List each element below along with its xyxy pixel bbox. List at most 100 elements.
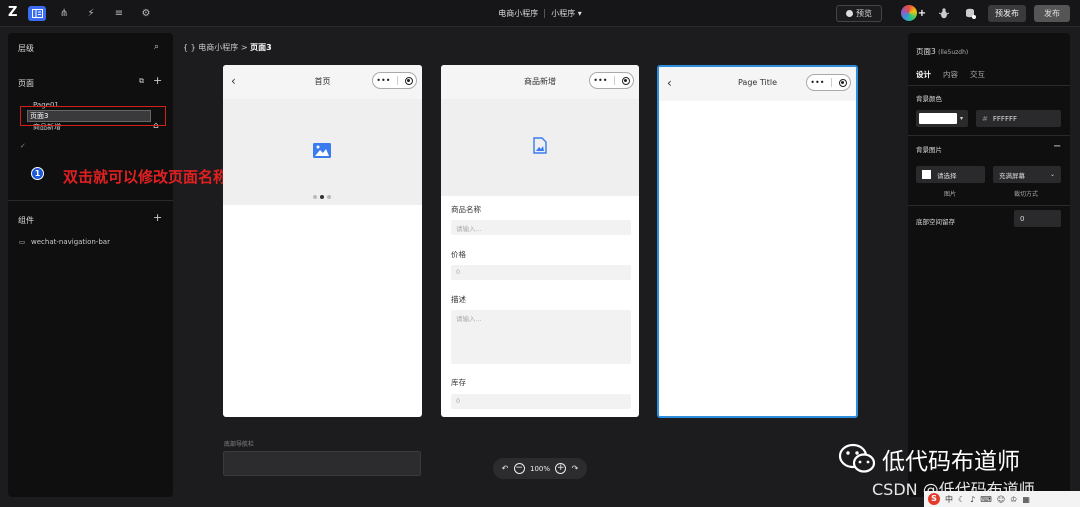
plugin-tool-button[interactable]: ⚡	[82, 6, 100, 21]
component-icon: ▭	[19, 238, 26, 246]
more-icon: •••	[810, 78, 825, 87]
bg-image-title: 背景图片	[916, 146, 942, 154]
page-name-heading: 页面3 (lle5uzdh)	[916, 47, 969, 56]
bg-color-hex-input[interactable]: # FFFFFF	[976, 110, 1061, 127]
flow-tool-button[interactable]: ⋔	[55, 6, 73, 21]
image-caption: 图片	[944, 191, 957, 198]
pre-release-button[interactable]: 预发布	[988, 5, 1026, 22]
file-upload-area[interactable]	[441, 99, 639, 196]
code-icon[interactable]: { }	[183, 43, 196, 52]
close-target-icon	[621, 76, 630, 85]
moon-icon[interactable]: ☾	[958, 495, 965, 504]
choose-image-button[interactable]: 请选择	[916, 166, 985, 183]
field-textarea-description[interactable]: 请输入...	[451, 310, 631, 364]
preview-button[interactable]: 预览	[836, 5, 882, 22]
sogou-input-icon[interactable]: S	[928, 493, 940, 505]
annotation-number-badge: 1	[31, 167, 44, 180]
zoom-out-icon[interactable]: −	[513, 463, 525, 474]
wechat-capsule[interactable]: •••	[372, 72, 417, 89]
gear-icon: ⚙	[141, 8, 151, 19]
chevron-down-icon: ▾	[577, 9, 582, 18]
pinyin-icon[interactable]: 中	[945, 494, 953, 505]
undo-icon[interactable]: ↶	[502, 464, 509, 473]
crop-caption: 裁切方式	[1014, 191, 1039, 198]
annotation-text: 双击就可以修改页面名称	[63, 168, 229, 186]
breadcrumb-separator: >	[240, 43, 248, 52]
share-nodes-icon: ⋔	[59, 8, 69, 19]
shirt-icon[interactable]: ♔	[1010, 495, 1017, 504]
field-label-description: 描述	[451, 295, 466, 304]
rename-highlight-box: 页面3	[20, 106, 166, 126]
image-swiper[interactable]	[223, 99, 422, 205]
tab-design[interactable]: 设计	[916, 69, 931, 80]
image-icon	[313, 143, 331, 158]
mic-icon[interactable]: ♪	[970, 495, 975, 504]
field-input-price[interactable]: 0	[451, 265, 631, 280]
add-page-copy-icon[interactable]: ⧉	[139, 77, 144, 86]
checkmark-icon: ✓	[20, 142, 26, 150]
database-icon: ≡	[114, 8, 124, 19]
page-layout-icon	[31, 9, 43, 18]
image-thumbnail-icon	[922, 170, 931, 179]
redo-icon[interactable]: ↷	[572, 464, 579, 473]
field-label-name: 商品名称	[451, 205, 481, 214]
tab-interaction[interactable]: 交互	[970, 69, 985, 80]
breadcrumb: { } 电商小程序 > 页面3	[183, 42, 272, 53]
keyboard-icon[interactable]: ⌨	[980, 495, 992, 504]
fill-mode-select[interactable]: 充满屏幕 ⌄	[993, 166, 1061, 183]
publish-button[interactable]: 发布	[1034, 5, 1070, 22]
bottom-space-input[interactable]: 0	[1014, 210, 1061, 227]
wechat-capsule[interactable]: •••	[806, 74, 851, 91]
page-name-input[interactable]: 页面3	[27, 110, 151, 122]
wechat-capsule[interactable]: •••	[589, 72, 634, 89]
section-divider	[8, 200, 173, 201]
pages-section-title: 页面	[18, 79, 34, 88]
field-input-stock[interactable]: 0	[451, 394, 631, 409]
file-image-icon	[533, 137, 547, 154]
environment-select[interactable]: 小程序 ▾	[551, 9, 582, 18]
pages-tool-button[interactable]	[28, 6, 46, 21]
plug-icon: ⚡	[87, 8, 95, 19]
navigation-bar: 商品新增 •••	[441, 65, 639, 99]
breadcrumb-app[interactable]: 电商小程序	[198, 43, 238, 52]
add-component-icon[interactable]: +	[153, 211, 162, 224]
add-collaborator-icon[interactable]: +	[914, 6, 930, 21]
field-label-stock: 库存	[451, 378, 466, 387]
layers-title: 层级	[18, 44, 34, 53]
app-name: 电商小程序	[498, 9, 539, 18]
grid-icon[interactable]: ▦	[1022, 495, 1030, 504]
swiper-dots	[313, 195, 331, 199]
add-page-icon[interactable]: +	[153, 74, 162, 87]
app-logo: Z	[8, 5, 18, 20]
bottom-space-title: 底部空间留存	[916, 218, 955, 226]
phone-product-add[interactable]: 商品新增 ••• 商品名称 请输入... 价格 0 描述 请输入... 库存 0	[441, 65, 639, 417]
chevron-down-icon: ▾	[960, 115, 964, 122]
bg-color-title: 背景颜色	[916, 95, 942, 103]
section-divider	[908, 205, 1070, 206]
bg-color-swatch-select[interactable]: ▾	[916, 110, 968, 127]
search-icon[interactable]: ⌕	[154, 42, 159, 52]
zoom-in-icon[interactable]: +	[555, 463, 567, 474]
bug-icon[interactable]	[936, 6, 952, 21]
close-target-icon	[838, 78, 847, 87]
components-section-title: 组件	[18, 216, 34, 225]
wechat-watermark: 低代码布道师	[838, 442, 1020, 476]
breadcrumb-page: 页面3	[250, 43, 272, 52]
user-icon[interactable]: ☺	[997, 495, 1005, 504]
tabbar-placeholder[interactable]	[223, 451, 421, 476]
collapse-icon[interactable]: −	[1053, 141, 1061, 152]
database-settings-icon[interactable]	[962, 6, 978, 21]
top-toolbar: Z ⋔ ⚡ ≡ ⚙ 电商小程序 小程序 ▾ 预览 + 预发布 发布	[0, 0, 1080, 27]
settings-tool-button[interactable]: ⚙	[137, 6, 155, 21]
component-item-navigation-bar[interactable]: wechat-navigation-bar	[31, 238, 110, 246]
phone-page3-selected[interactable]: ‹ Page Title •••	[657, 65, 858, 418]
system-tray: S 中 ☾ ♪ ⌨ ☺ ♔ ▦	[924, 491, 1080, 507]
navigation-bar: ‹ Page Title •••	[659, 67, 856, 101]
zoom-level: 100%	[529, 464, 550, 473]
wechat-logo-icon	[838, 443, 876, 473]
tabbar-label: 底部导航栏	[224, 441, 255, 448]
tab-content[interactable]: 内容	[943, 69, 958, 80]
field-input-name[interactable]: 请输入...	[451, 220, 631, 235]
phone-home[interactable]: ‹ 首页 •••	[223, 65, 422, 417]
data-tool-button[interactable]: ≡	[110, 6, 128, 21]
